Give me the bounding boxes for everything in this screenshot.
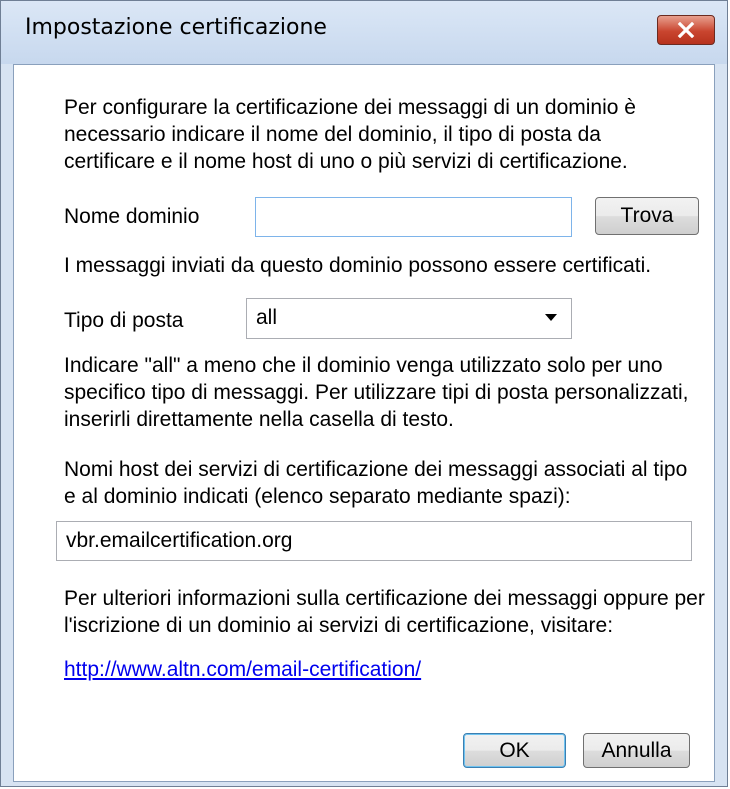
more-info-text: Per ulteriori informazioni sulla certifi… — [64, 585, 705, 639]
hosts-label: Nomi host dei servizi di certificazione … — [64, 456, 687, 510]
mail-type-label: Tipo di posta — [64, 309, 184, 332]
mail-type-hint: Indicare "all" a meno che il dominio ven… — [64, 352, 688, 433]
hosts-label-line-2: e al dominio indicati (elenco separato m… — [64, 485, 571, 508]
title-bar: Impostazione certificazione — [1, 1, 727, 64]
intro-text: Per configurare la certificazione dei me… — [64, 94, 636, 175]
chevron-down-icon[interactable] — [545, 314, 557, 321]
mail-type-combobox[interactable]: all — [246, 298, 572, 339]
mail-type-hint-line-3: inserirli direttamente nella casella di … — [64, 408, 454, 431]
intro-line-1: Per configurare la certificazione dei me… — [64, 96, 636, 119]
dialog-body: Per configurare la certificazione dei me… — [13, 64, 715, 782]
dialog-window: Impostazione certificazione Per configur… — [0, 0, 728, 787]
domain-label: Nome dominio — [64, 205, 200, 228]
hosts-input[interactable]: vbr.emailcertification.org — [56, 521, 692, 561]
find-button[interactable]: Trova — [595, 197, 699, 235]
domain-hint: I messaggi inviati da questo dominio pos… — [64, 254, 652, 277]
mail-type-hint-line-2: specifico tipo di messaggi. Per utilizza… — [64, 381, 689, 404]
more-info-line-2: l'iscrizione di un dominio ai servizi di… — [64, 614, 614, 637]
more-info-line-1: Per ulteriori informazioni sulla certifi… — [64, 587, 705, 610]
certification-link[interactable]: http://www.altn.com/email-certification/ — [64, 658, 421, 682]
close-button[interactable] — [657, 15, 715, 45]
cancel-button[interactable]: Annulla — [583, 733, 690, 768]
domain-input[interactable] — [255, 197, 572, 237]
close-icon — [677, 22, 695, 38]
hosts-label-line-1: Nomi host dei servizi di certificazione … — [64, 458, 688, 481]
ok-button[interactable]: OK — [463, 733, 566, 768]
intro-line-3: certificare e il nome host di uno o più … — [64, 150, 628, 173]
window-title: Impostazione certificazione — [25, 15, 327, 40]
mail-type-value: all — [256, 306, 278, 329]
mail-type-hint-line-1: Indicare "all" a meno che il dominio ven… — [64, 354, 663, 377]
intro-line-2: necessario indicare il nome del dominio,… — [64, 123, 601, 146]
